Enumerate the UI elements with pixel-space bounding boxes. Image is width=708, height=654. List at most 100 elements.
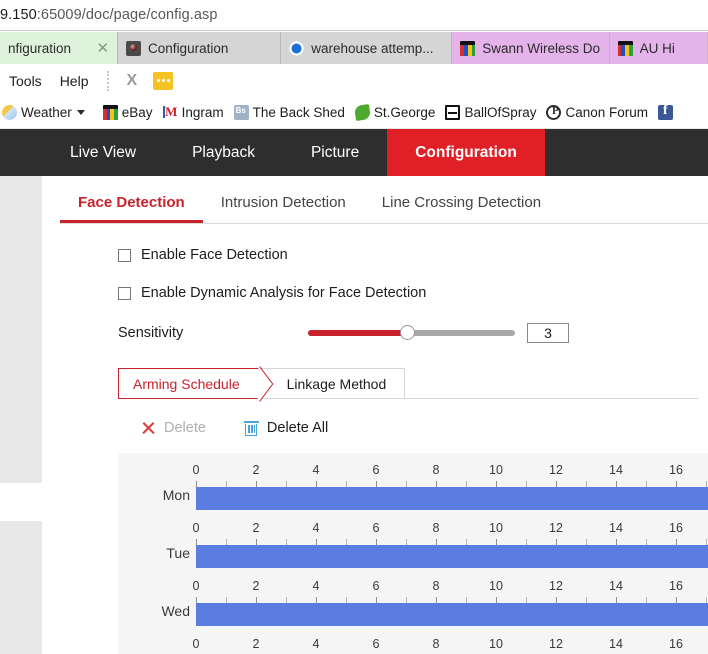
schedule-toolbar: Delete Delete All bbox=[118, 399, 708, 443]
axis-tick-label: 16 bbox=[669, 579, 683, 593]
axis-tick-label: 4 bbox=[313, 463, 320, 477]
axis-tick-label: 4 bbox=[313, 521, 320, 535]
blue-circle-icon bbox=[289, 41, 304, 56]
bookmark-the-back-shed[interactable]: The Back Shed bbox=[234, 105, 355, 120]
axis-tick-label: 4 bbox=[313, 637, 320, 651]
tab-line-crossing-detection[interactable]: Line Crossing Detection bbox=[364, 194, 559, 222]
delete-all-button[interactable]: Delete All bbox=[244, 420, 328, 436]
schedule-bar[interactable] bbox=[196, 545, 708, 568]
bookmark-facebook[interactable] bbox=[658, 105, 687, 120]
page-sidebar-gap bbox=[0, 483, 42, 521]
browser-tab-5[interactable]: AU Hi bbox=[610, 32, 708, 64]
browser-tab-2[interactable]: Configuration bbox=[118, 32, 281, 64]
schedule-bar[interactable] bbox=[196, 487, 708, 510]
main-content: Face Detection Intrusion Detection Line … bbox=[42, 176, 708, 654]
axis-tick-label: 10 bbox=[489, 579, 503, 593]
axis-tick-label: 0 bbox=[193, 463, 200, 477]
close-icon[interactable]: ✕ bbox=[86, 41, 109, 56]
tab-face-detection[interactable]: Face Detection bbox=[60, 194, 203, 222]
chevron-down-icon[interactable] bbox=[77, 110, 85, 115]
face-detection-form: Enable Face Detection Enable Dynamic Ana… bbox=[60, 224, 708, 654]
browser-tab-3[interactable]: warehouse attemp... bbox=[281, 32, 452, 64]
address-bar[interactable]: 9.150:65009/doc/page/config.asp bbox=[0, 0, 708, 31]
tab-arming-schedule[interactable]: Arming Schedule bbox=[118, 368, 262, 399]
enable-face-detection-checkbox[interactable] bbox=[118, 249, 131, 262]
axis-tick-label: 10 bbox=[489, 521, 503, 535]
sensitivity-label: Sensitivity bbox=[118, 325, 308, 341]
close-icon[interactable]: X bbox=[116, 72, 147, 90]
x-icon bbox=[140, 420, 156, 436]
delete-button[interactable]: Delete bbox=[140, 420, 206, 436]
bookmark-st-george[interactable]: St.George bbox=[355, 105, 446, 120]
nav-item-configuration[interactable]: Configuration bbox=[387, 129, 545, 176]
nav-item-picture[interactable]: Picture bbox=[283, 129, 387, 176]
axis-tick-label: 6 bbox=[373, 463, 380, 477]
schedule-row[interactable]: Mon02468101214161 bbox=[118, 463, 708, 521]
schedule-axis: 02468101214161 bbox=[196, 637, 708, 654]
axis-tick-label: 14 bbox=[609, 637, 623, 651]
tab-strip: nfiguration ✕ Configuration warehouse at… bbox=[0, 32, 708, 64]
menu-item-tools[interactable]: Tools bbox=[0, 73, 51, 89]
axis-tick-label: 8 bbox=[433, 463, 440, 477]
schedule-row[interactable]: Tue02468101214161 bbox=[118, 521, 708, 579]
shopping-bag-icon bbox=[103, 105, 118, 120]
enable-dynamic-analysis-checkbox[interactable] bbox=[118, 287, 131, 300]
bookmark-label: Weather bbox=[21, 105, 72, 120]
sensitivity-value-input[interactable]: 3 bbox=[527, 323, 569, 343]
url-text: 9.150:65009/doc/page/config.asp bbox=[0, 7, 218, 23]
axis-tick-label: 6 bbox=[373, 521, 380, 535]
menu-item-help[interactable]: Help bbox=[51, 73, 98, 89]
enable-face-detection-row[interactable]: Enable Face Detection bbox=[118, 246, 708, 264]
app-top-nav: Live View Playback Picture Configuration bbox=[0, 129, 708, 176]
browser-tab-4[interactable]: Swann Wireless Do... bbox=[452, 32, 609, 64]
slider-fill bbox=[308, 330, 407, 336]
browser-window: 9.150:65009/doc/page/config.asp nfigurat… bbox=[0, 0, 708, 654]
schedule-method-tabs: Arming Schedule Linkage Method bbox=[118, 368, 698, 399]
schedule-axis: 02468101214161 bbox=[196, 463, 708, 521]
axis-tick-label: 12 bbox=[549, 521, 563, 535]
bookmark-label: Canon Forum bbox=[565, 105, 648, 120]
schedule-axis: 02468101214161 bbox=[196, 579, 708, 637]
nav-item-playback[interactable]: Playback bbox=[164, 129, 283, 176]
schedule-row[interactable]: 02468101214161 bbox=[118, 637, 708, 654]
tab-linkage-method[interactable]: Linkage Method bbox=[261, 368, 406, 399]
camera-icon bbox=[126, 41, 141, 56]
arming-schedule-chart[interactable]: Mon02468101214161Tue02468101214161Wed024… bbox=[118, 453, 708, 654]
sensitivity-row: Sensitivity 3 bbox=[118, 322, 708, 344]
enable-dynamic-analysis-row[interactable]: Enable Dynamic Analysis for Face Detecti… bbox=[118, 284, 708, 302]
delete-label: Delete bbox=[164, 420, 206, 436]
nav-item-live-view[interactable]: Live View bbox=[42, 129, 164, 176]
browser-tab-1[interactable]: nfiguration ✕ bbox=[0, 32, 118, 64]
bookmark-ballofspray[interactable]: BallOfSpray bbox=[445, 105, 546, 120]
weather-icon bbox=[2, 105, 17, 120]
canon-icon bbox=[546, 105, 561, 120]
schedule-day-label: Tue bbox=[118, 545, 190, 561]
schedule-bar[interactable] bbox=[196, 603, 708, 626]
axis-tick-label: 4 bbox=[313, 579, 320, 593]
bookmark-canon-forum[interactable]: Canon Forum bbox=[546, 105, 658, 120]
facebook-icon bbox=[658, 105, 673, 120]
tab-label: Configuration bbox=[148, 41, 228, 56]
axis-tick-label: 0 bbox=[193, 579, 200, 593]
axis-tick-label: 14 bbox=[609, 463, 623, 477]
axis-tick-label: 10 bbox=[489, 637, 503, 651]
axis-tick-label: 8 bbox=[433, 637, 440, 651]
slider-handle[interactable] bbox=[400, 325, 415, 340]
sensitivity-slider[interactable] bbox=[308, 329, 515, 337]
axis-tick-label: 2 bbox=[253, 521, 260, 535]
tab-intrusion-detection[interactable]: Intrusion Detection bbox=[203, 194, 364, 222]
axis-tick-label: 8 bbox=[433, 579, 440, 593]
detection-tabs: Face Detection Intrusion Detection Line … bbox=[60, 176, 708, 224]
overflow-menu-icon[interactable] bbox=[153, 72, 173, 90]
bookmark-ebay[interactable]: eBay bbox=[95, 105, 163, 120]
schedule-tick-labels: 02468101214161 bbox=[196, 637, 708, 654]
schedule-row[interactable]: Wed02468101214161 bbox=[118, 579, 708, 637]
axis-tick-label: 12 bbox=[549, 579, 563, 593]
ingram-icon bbox=[163, 105, 178, 120]
schedule-tick-labels: 02468101214161 bbox=[196, 579, 708, 597]
bookmark-weather[interactable]: Weather bbox=[0, 105, 95, 120]
bookmark-ingram[interactable]: Ingram bbox=[163, 105, 234, 120]
bookmark-label: Ingram bbox=[182, 105, 224, 120]
axis-tick-label: 0 bbox=[193, 637, 200, 651]
trash-icon bbox=[244, 420, 259, 436]
